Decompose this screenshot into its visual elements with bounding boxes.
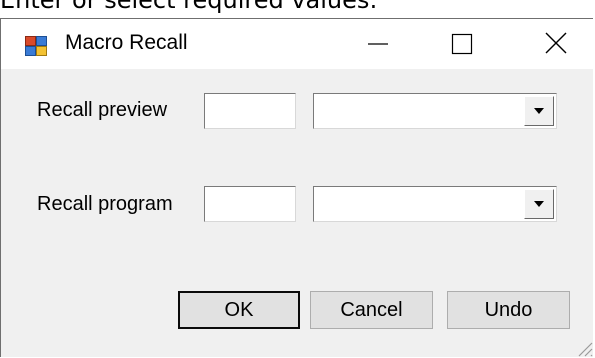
recall-preview-label: Recall preview xyxy=(37,99,168,121)
recall-preview-dropdown-button[interactable] xyxy=(524,96,554,126)
close-button[interactable] xyxy=(526,19,590,69)
minimize-icon xyxy=(368,43,388,45)
cancel-button[interactable]: Cancel xyxy=(310,291,433,329)
recall-program-number-input[interactable] xyxy=(204,186,296,222)
recall-program-dropdown-button[interactable] xyxy=(524,189,554,219)
macro-recall-dialog: Macro Recall Recall preview Recall progr… xyxy=(0,18,593,357)
ok-button[interactable]: OK xyxy=(178,291,300,329)
recall-program-label: Recall program xyxy=(37,193,173,215)
recall-preview-combobox[interactable] xyxy=(313,93,557,129)
instruction-text: Enter or select required values: xyxy=(0,0,378,14)
application-window-icon xyxy=(25,36,47,56)
close-icon xyxy=(545,32,567,54)
undo-button[interactable]: Undo xyxy=(447,291,570,329)
window-title: Macro Recall xyxy=(65,31,188,54)
maximize-button[interactable] xyxy=(429,19,493,69)
recall-program-combobox[interactable] xyxy=(313,186,557,222)
minimize-button[interactable] xyxy=(346,19,410,69)
recall-preview-number-input[interactable] xyxy=(204,93,296,129)
page: Enter or select required values: Macro R… xyxy=(0,0,595,358)
maximize-icon xyxy=(451,33,473,55)
resize-grip-icon[interactable] xyxy=(571,335,593,357)
dropdown-arrow-icon xyxy=(534,201,544,207)
title-bar[interactable]: Macro Recall xyxy=(1,19,593,69)
dropdown-arrow-icon xyxy=(534,108,544,114)
